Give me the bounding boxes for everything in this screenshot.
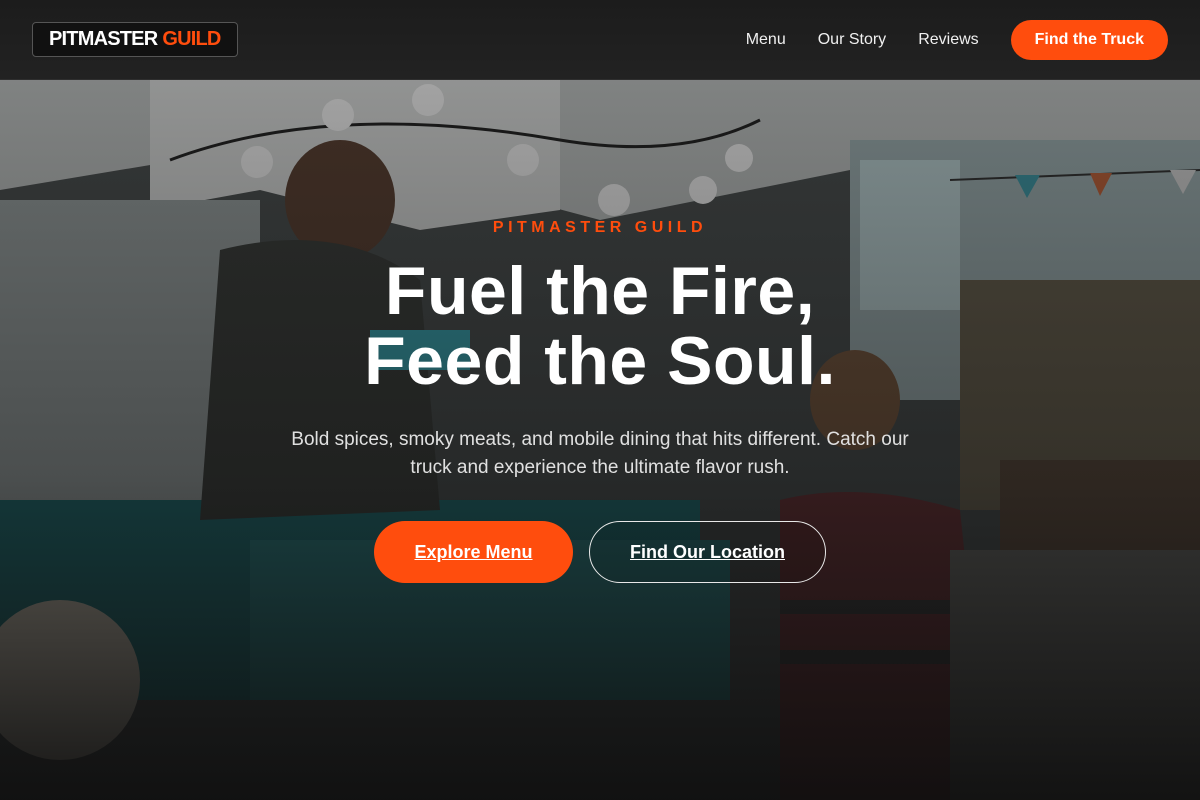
hero-subtitle: Bold spices, smoky meats, and mobile din… [291, 429, 909, 478]
nav-link-our-story[interactable]: Our Story [818, 31, 886, 49]
nav-link-reviews[interactable]: Reviews [918, 31, 978, 49]
explore-menu-button[interactable]: Explore Menu [374, 521, 573, 583]
site-header: PITMASTER GUILD Menu Our Story Reviews F… [0, 0, 1200, 80]
hero-eyebrow: PITMASTER GUILD [492, 219, 708, 236]
find-our-location-button[interactable]: Find Our Location [589, 521, 826, 583]
hero-headline-line-2: Feed the Soul. [364, 323, 836, 399]
site-logo[interactable]: PITMASTER GUILD [32, 22, 238, 57]
hero-headline: Fuel the Fire, Feed the Soul. [0, 256, 1200, 396]
find-the-truck-button[interactable]: Find the Truck [1010, 19, 1168, 60]
logo-word-guild: GUILD [162, 28, 221, 50]
hero-actions: Explore Menu Find Our Location [0, 521, 1200, 583]
logo-word-pitmaster: PITMASTER [49, 28, 158, 50]
main-nav: Menu Our Story Reviews Find the Truck [746, 19, 1168, 60]
hero-headline-line-1: Fuel the Fire, [384, 253, 816, 329]
nav-link-menu[interactable]: Menu [746, 31, 786, 49]
hero-section: PITMASTER GUILD Fuel the Fire, Feed the … [0, 80, 1200, 800]
